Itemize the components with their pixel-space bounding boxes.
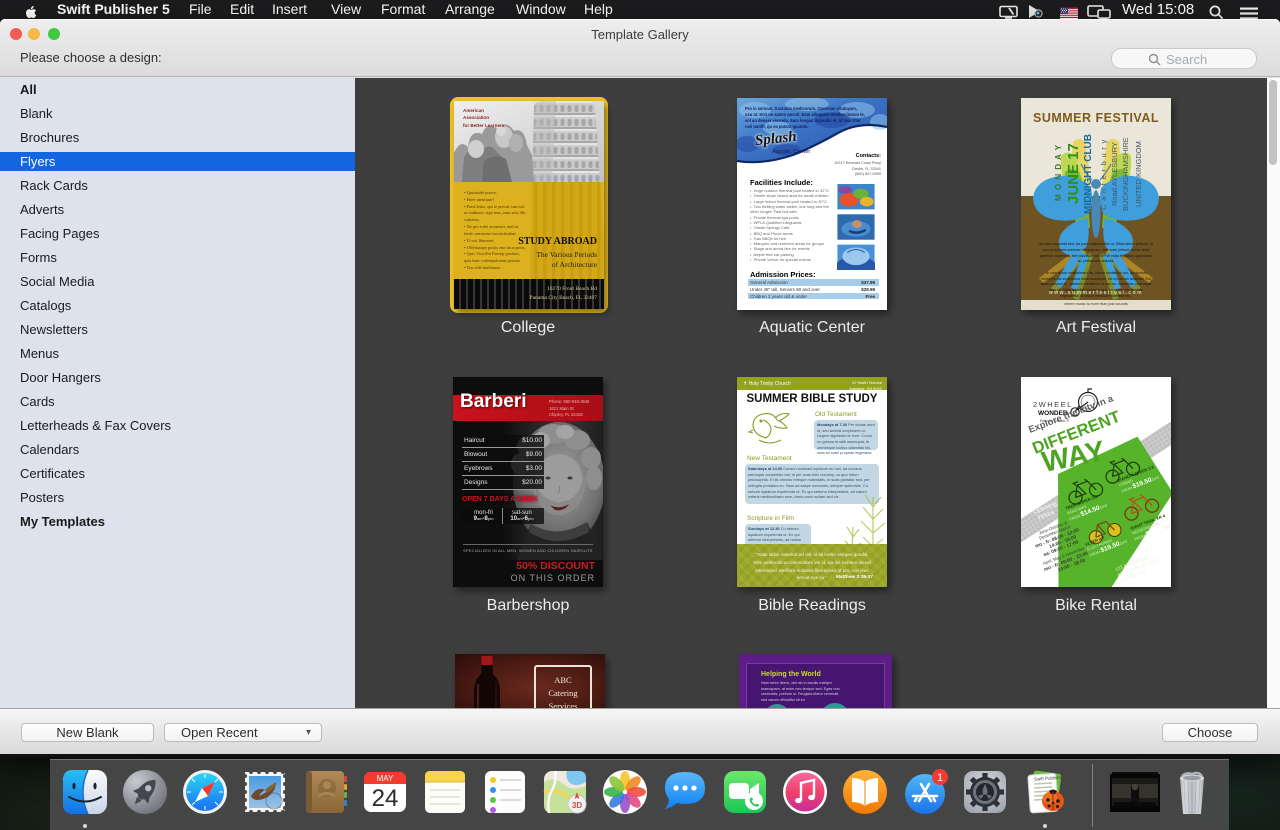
svg-text:3D: 3D [572,801,582,810]
svg-text:1: 1 [937,772,943,784]
svg-text:24: 24 [372,785,399,812]
svg-text:MAY: MAY [377,774,394,783]
svg-text:2WHEEL: 2WHEEL [1033,400,1073,409]
